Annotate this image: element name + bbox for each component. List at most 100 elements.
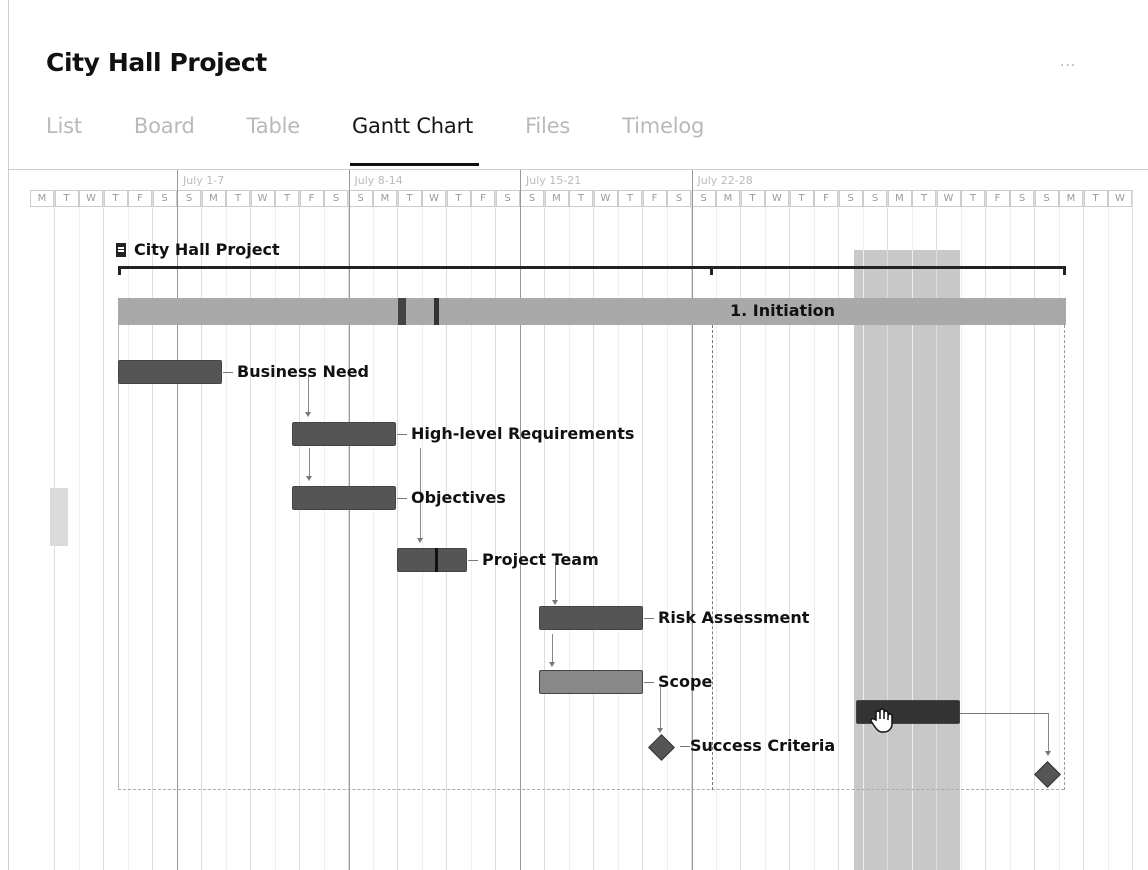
task-bar-objectives[interactable] [292,486,396,510]
day-cell: W [79,190,103,207]
day-cell: S [691,190,716,207]
day-cell: W [1108,190,1132,207]
day-cell: M [373,190,397,207]
day-cell: W [936,190,961,207]
task-label: Scope [644,672,712,691]
day-cell: S [324,190,348,207]
task-bar-progress-marker [435,548,438,572]
day-cell: S [838,190,863,207]
phase-right-border [1064,325,1065,790]
task-bar-project-team[interactable] [397,548,467,572]
task-label: Risk Assessment [644,608,809,627]
phase-bar-initiation[interactable] [118,298,1066,325]
day-cell: W [765,190,789,207]
day-gridline [103,190,104,870]
day-gridline [1107,190,1109,870]
arrow-down-icon [1045,751,1051,756]
task-label: Success Criteria [680,736,835,755]
row-drag-handle[interactable] [50,488,68,546]
day-cell: F [642,190,667,207]
tab-timelog[interactable]: Timelog [622,114,704,164]
day-cell: S [667,190,691,207]
day-cell: S [1010,190,1034,207]
phase-bar-segment [434,298,439,325]
hand-cursor-icon [870,708,893,733]
tab-files[interactable]: Files [525,114,570,164]
day-cell: S [152,190,177,207]
arrow-down-icon [549,662,555,667]
left-border [8,0,9,870]
day-cell: M [887,190,912,207]
day-cell: M [201,190,226,207]
day-cell: W [250,190,275,207]
tab-board[interactable]: Board [134,114,195,164]
day-cell: T [912,190,936,207]
task-bar-risk-assessment[interactable] [539,606,643,630]
project-summary-label[interactable]: City Hall Project [116,240,280,259]
day-cell: T [569,190,593,207]
day-cell: T [789,190,814,207]
clipboard-icon [116,242,126,257]
arrow-down-icon [305,412,311,417]
day-gridline [1132,190,1133,870]
task-bar-high-level-requirements[interactable] [292,422,396,446]
day-gridline [54,190,55,870]
day-cell: T [397,190,422,207]
dependency-connector [660,686,661,730]
tab-list[interactable]: List [46,114,82,164]
day-cell: S [520,190,544,207]
day-cell: T [618,190,642,207]
dependency-connector [1048,713,1049,753]
day-cell: T [275,190,299,207]
tab-table[interactable]: Table [247,114,301,164]
gantt-chart: MTWTFSSMTWTFSSMTWTFSSMTWTFSSMTWTFSSMTWTF… [30,170,1148,870]
task-label: High-level Requirements [397,424,634,443]
task-label: Objectives [397,488,506,507]
week-label: July 8-14 [354,174,403,187]
day-cell: W [593,190,618,207]
arrow-down-icon [306,476,312,481]
day-cell: M [716,190,740,207]
week-label: July 22-28 [697,174,753,187]
day-gridline [78,190,80,870]
tab-bar: List Board Table Gantt Chart Files Timel… [46,114,756,166]
day-cell: T [226,190,250,207]
day-cell: M [1059,190,1083,207]
task-label: Project Team [468,550,599,569]
day-cell: T [103,190,128,207]
day-cell: S [863,190,887,207]
day-cell: F [471,190,495,207]
page-title: City Hall Project [46,48,267,77]
day-cell: T [1083,190,1108,207]
phase-label: 1. Initiation [730,301,836,320]
day-cell: M [30,190,54,207]
day-cell: T [446,190,471,207]
summary-cap-right [1063,266,1066,275]
dependency-connector [960,713,1048,714]
day-cell: M [544,190,569,207]
arrow-down-icon [657,728,663,733]
day-gridline [1083,190,1084,870]
phase-divider [712,325,713,790]
week-label: July 1-7 [183,174,225,187]
project-summary-bar[interactable] [118,266,1066,269]
task-label: Business Need [223,362,369,381]
day-cell: T [740,190,765,207]
day-cell: S [177,190,201,207]
task-bar-business-need[interactable] [118,360,222,384]
arrow-down-icon [552,600,558,605]
day-cell: F [985,190,1010,207]
day-cell: T [961,190,985,207]
week-label: July 15-21 [526,174,582,187]
day-cell: S [495,190,520,207]
tab-gantt-chart[interactable]: Gantt Chart [349,114,480,166]
more-dots-icon[interactable]: ... [1060,54,1076,70]
day-cell: S [348,190,373,207]
summary-cap-left [118,266,121,275]
dependency-connector [309,448,310,478]
phase-bar-segment [398,298,406,325]
day-cell: F [128,190,152,207]
day-cell: F [299,190,324,207]
summary-cap-middle [710,266,713,275]
task-bar-scope[interactable] [539,670,643,694]
